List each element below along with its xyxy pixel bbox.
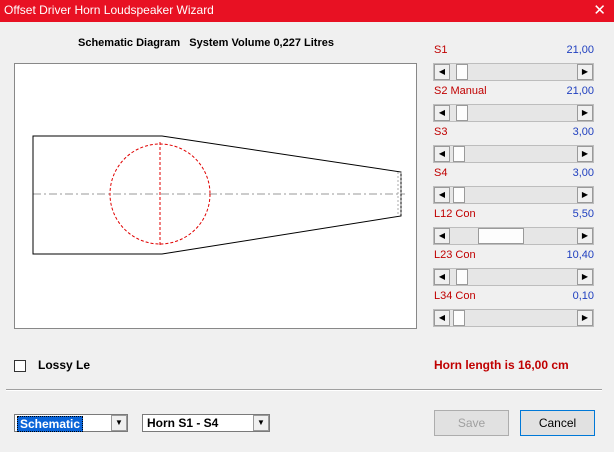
- chevron-down-icon[interactable]: ▼: [253, 415, 269, 431]
- cancel-button[interactable]: Cancel: [520, 410, 595, 436]
- scroll-right-icon[interactable]: ▶: [577, 187, 593, 203]
- close-icon[interactable]: ✕: [593, 1, 606, 19]
- param-value: 3,00: [572, 167, 594, 179]
- param-label: L34 Con: [434, 290, 476, 302]
- schematic-diagram: [14, 63, 417, 329]
- scroll-thumb[interactable]: [456, 105, 469, 121]
- view-select-value: Schematic: [17, 416, 84, 432]
- system-volume: System Volume 0,227 Litres: [189, 37, 334, 49]
- diagram-label: Schematic Diagram: [78, 37, 181, 49]
- scroll-left-icon[interactable]: ◀: [434, 146, 450, 162]
- view-select[interactable]: Schematic ▼: [14, 414, 128, 432]
- scroll-thumb[interactable]: [452, 146, 465, 162]
- horn-select-value: Horn S1 - S4: [147, 416, 219, 430]
- param-label: S1: [434, 44, 448, 56]
- scroll-thumb[interactable]: [456, 269, 469, 285]
- scroll-left-icon[interactable]: ◀: [434, 228, 450, 244]
- param-value: 21,00: [566, 44, 594, 56]
- param-value: 21,00: [566, 85, 594, 97]
- scroll-left-icon[interactable]: ◀: [434, 269, 450, 285]
- horn-length-text: Horn length is 16,00 cm: [434, 358, 569, 372]
- scroll-left-icon[interactable]: ◀: [434, 187, 450, 203]
- lossy-checkbox[interactable]: [14, 360, 26, 372]
- param-scrollbar[interactable]: ◀ ▶: [433, 268, 594, 286]
- param-scrollbar[interactable]: ◀ ▶: [433, 309, 594, 327]
- scroll-thumb[interactable]: [478, 228, 525, 244]
- scroll-thumb[interactable]: [456, 64, 469, 80]
- title-bar: Offset Driver Horn Loudspeaker Wizard ✕: [0, 0, 614, 22]
- param-label: S3: [434, 126, 448, 138]
- lossy-label: Lossy Le: [38, 358, 91, 372]
- param-label: L23 Con: [434, 249, 476, 261]
- save-button[interactable]: Save: [434, 410, 509, 436]
- param-value: 0,10: [572, 290, 594, 302]
- horn-schematic: [32, 135, 405, 255]
- scroll-right-icon[interactable]: ▶: [577, 64, 593, 80]
- horn-outline: [32, 135, 402, 255]
- scroll-left-icon[interactable]: ◀: [434, 105, 450, 121]
- chevron-down-icon[interactable]: ▼: [111, 415, 127, 431]
- param-label: S4: [434, 167, 448, 179]
- separator: [6, 389, 602, 391]
- param-label: L12 Con: [434, 208, 476, 220]
- param-value: 3,00: [572, 126, 594, 138]
- scroll-thumb[interactable]: [452, 310, 465, 326]
- scroll-thumb[interactable]: [452, 187, 465, 203]
- scroll-left-icon[interactable]: ◀: [434, 310, 450, 326]
- scroll-right-icon[interactable]: ▶: [577, 269, 593, 285]
- scroll-right-icon[interactable]: ▶: [577, 310, 593, 326]
- diagram-header: Schematic Diagram System Volume 0,227 Li…: [78, 37, 334, 49]
- scroll-right-icon[interactable]: ▶: [577, 228, 593, 244]
- param-label: S2 Manual: [434, 85, 487, 97]
- param-value: 5,50: [572, 208, 594, 220]
- param-scrollbar[interactable]: ◀ ▶: [433, 63, 594, 81]
- window-title: Offset Driver Horn Loudspeaker Wizard: [4, 3, 214, 17]
- horn-select[interactable]: Horn S1 - S4 ▼: [142, 414, 270, 432]
- param-scrollbar[interactable]: ◀ ▶: [433, 145, 594, 163]
- scroll-right-icon[interactable]: ▶: [577, 105, 593, 121]
- param-scrollbar[interactable]: ◀ ▶: [433, 104, 594, 122]
- param-scrollbar[interactable]: ◀ ▶: [433, 227, 594, 245]
- scroll-left-icon[interactable]: ◀: [434, 64, 450, 80]
- param-value: 10,40: [566, 249, 594, 261]
- param-scrollbar[interactable]: ◀ ▶: [433, 186, 594, 204]
- scroll-right-icon[interactable]: ▶: [577, 146, 593, 162]
